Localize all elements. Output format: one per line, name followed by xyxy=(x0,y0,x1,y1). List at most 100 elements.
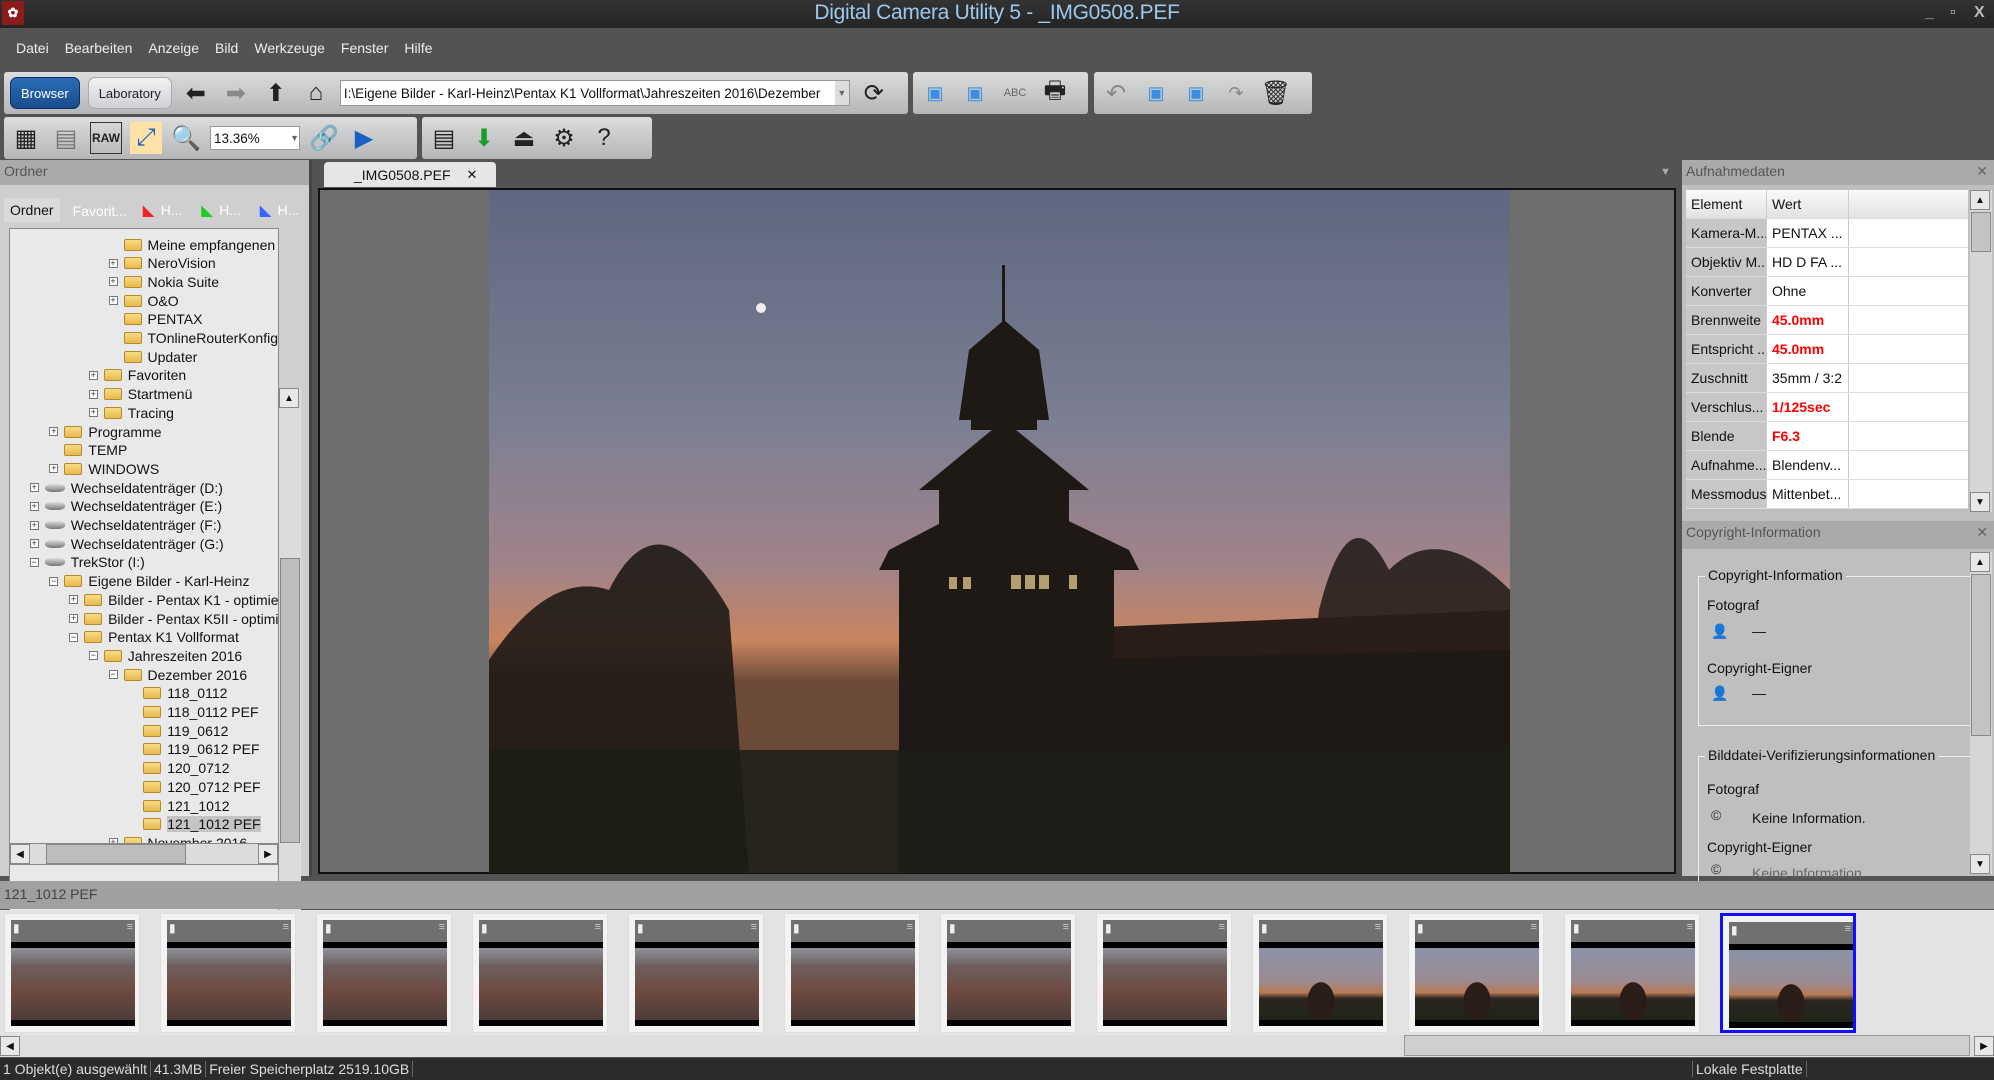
collapse-icon[interactable]: − xyxy=(69,632,79,642)
table-row[interactable]: Brennweite 45.0mm xyxy=(1686,306,1968,335)
scroll-thumb[interactable] xyxy=(280,558,300,843)
protect-icon[interactable]: ▮ xyxy=(1573,921,1580,935)
tree-item[interactable]: 118_0112 PEF xyxy=(128,703,259,722)
tree-item[interactable]: TOnlineRouterKonfiguration xyxy=(109,329,278,348)
meta-scrollbar[interactable]: ▲ ▼ xyxy=(1970,190,1992,512)
scroll-down-icon[interactable]: ▼ xyxy=(1970,492,1990,512)
protect-icon[interactable]: ▮ xyxy=(481,921,488,935)
tree-item[interactable]: + Bilder - Pentax K5II - optimiert xyxy=(69,609,278,628)
expand-icon[interactable]: + xyxy=(108,277,118,287)
rotate-left-icon[interactable]: ▣ xyxy=(1140,77,1172,109)
thumbnail[interactable]: ▮ ≡ xyxy=(784,913,920,1033)
thumbnail[interactable]: ▮ ≡ xyxy=(472,913,608,1033)
tree-item[interactable]: PENTAX xyxy=(109,310,202,329)
rating-icon[interactable]: ≡ xyxy=(127,921,133,933)
tab-favoriten[interactable]: Favorit... xyxy=(70,200,130,222)
scroll-up-icon[interactable]: ▲ xyxy=(1970,552,1990,572)
expand-icon[interactable]: + xyxy=(49,427,59,436)
expand-icon[interactable]: + xyxy=(69,595,79,605)
tree-item[interactable]: 121_1012 PEF xyxy=(128,815,261,834)
rating-icon[interactable]: ≡ xyxy=(907,921,913,933)
tree-item[interactable]: − Dezember 2016 xyxy=(108,665,247,684)
tree-item[interactable]: 119_0612 PEF xyxy=(128,740,260,759)
expand-icon[interactable]: + xyxy=(108,296,118,306)
browser-mode-button[interactable]: Browser xyxy=(10,77,80,109)
tree-item[interactable]: + NeroVision xyxy=(108,254,216,273)
scroll-right-icon[interactable]: ▶ xyxy=(258,844,278,864)
expand-icon[interactable]: + xyxy=(69,614,79,623)
copyright-scrollbar[interactable]: ▲ ▼ xyxy=(1970,552,1992,874)
table-row[interactable]: Verschlus... 1/125sec xyxy=(1686,393,1968,422)
path-field[interactable]: I:\Eigene Bilder - Karl-Heinz\Pentax K1 … xyxy=(339,80,850,106)
raw-plus-icon[interactable]: RAW xyxy=(90,122,122,154)
table-row[interactable]: Kamera-M... PENTAX ... xyxy=(1686,219,1968,248)
thumbnail[interactable]: ▮ ≡ xyxy=(4,913,140,1033)
tree-item[interactable]: + Wechseldatenträger (F:) xyxy=(29,516,221,535)
compare-icon[interactable]: ▤ xyxy=(428,122,460,154)
expand-icon[interactable]: + xyxy=(88,389,98,399)
collapse-icon[interactable]: − xyxy=(108,670,118,680)
back-arrow-icon[interactable]: ⬅ xyxy=(180,77,212,109)
collapse-icon[interactable]: − xyxy=(49,576,59,586)
zoom-dropdown-icon[interactable]: ▼ xyxy=(290,133,299,143)
menu-datei[interactable]: Datei xyxy=(16,40,49,56)
thumbnail[interactable]: ▮ ≡ xyxy=(1252,913,1388,1033)
home-icon[interactable]: ⌂ xyxy=(300,77,332,109)
protect-icon[interactable]: ▮ xyxy=(1261,921,1268,935)
abc-rename-icon[interactable]: ABC xyxy=(999,77,1031,109)
rating-icon[interactable]: ≡ xyxy=(1687,921,1693,933)
thumbnail[interactable]: ▮ ≡ xyxy=(316,913,452,1033)
tree-item[interactable]: Meine empfangenen Dateien xyxy=(109,235,278,254)
thumbnail[interactable]: ▮ ≡ xyxy=(628,913,764,1033)
protect-icon[interactable]: ▮ xyxy=(1105,921,1112,935)
thumbnail[interactable]: ▮ ≡ xyxy=(1564,913,1700,1033)
protect-icon[interactable]: ▮ xyxy=(637,921,644,935)
scroll-thumb[interactable] xyxy=(46,844,186,864)
tree-item[interactable]: + O&O xyxy=(108,291,179,310)
scroll-thumb[interactable] xyxy=(1971,212,1991,252)
batch-rename-icon[interactable]: ▣ xyxy=(919,77,951,109)
menu-bild[interactable]: Bild xyxy=(215,40,238,56)
table-row[interactable]: Konverter Ohne xyxy=(1686,277,1968,306)
photo-preview[interactable] xyxy=(489,190,1510,873)
laboratory-mode-button[interactable]: Laboratory xyxy=(87,77,172,109)
expand-icon[interactable]: + xyxy=(29,483,39,493)
menu-bearbeiten[interactable]: Bearbeiten xyxy=(65,40,133,56)
scroll-thumb[interactable] xyxy=(1404,1035,1970,1056)
image-canvas[interactable] xyxy=(318,188,1676,874)
undo-icon[interactable]: ↶ xyxy=(1100,77,1132,109)
scroll-up-icon[interactable]: ▲ xyxy=(279,388,299,408)
filmstrip-scrollbar[interactable]: ◀ ▶ xyxy=(0,1035,1994,1057)
expand-icon[interactable]: + xyxy=(88,408,98,418)
thumbnail[interactable]: ▮ ≡ xyxy=(1720,913,1856,1033)
expand-icon[interactable]: + xyxy=(108,258,118,268)
protect-icon[interactable]: ▮ xyxy=(949,921,956,935)
path-dropdown-icon[interactable]: ▼ xyxy=(834,81,849,105)
link-icon[interactable]: 🔗 xyxy=(308,122,340,154)
tree-item[interactable]: + Favoriten xyxy=(88,366,186,385)
tree-item[interactable]: 119_0612 xyxy=(128,721,228,740)
scroll-thumb[interactable] xyxy=(1971,574,1991,736)
tab-list-dropdown-icon[interactable]: ▼ xyxy=(1660,166,1671,178)
tree-item[interactable]: + Wechseldatenträger (E:) xyxy=(29,497,222,516)
menu-anzeige[interactable]: Anzeige xyxy=(148,40,199,56)
tab-highlight-blue[interactable]: ◣ H... xyxy=(257,199,305,222)
zoom-icon[interactable]: 🔍 xyxy=(170,122,202,154)
table-row[interactable]: Messmodus Mittenbet... xyxy=(1686,480,1968,509)
tree-item[interactable]: 118_0112 xyxy=(128,684,227,703)
rotate-right-icon[interactable]: ▣ xyxy=(1180,77,1212,109)
rating-icon[interactable]: ≡ xyxy=(1063,921,1069,933)
protect-icon[interactable]: ▮ xyxy=(13,921,20,935)
table-row[interactable]: Aufnahme... Blendenv... xyxy=(1686,451,1968,480)
collapse-icon[interactable]: − xyxy=(88,651,98,661)
thumbnail[interactable]: ▮ ≡ xyxy=(940,913,1076,1033)
move-icon[interactable]: ↷ xyxy=(1220,77,1252,109)
menu-fenster[interactable]: Fenster xyxy=(341,40,388,56)
protect-icon[interactable]: ▮ xyxy=(169,921,176,935)
menu-hilfe[interactable]: Hilfe xyxy=(404,40,432,56)
tab-image[interactable]: _IMG0508.PEF ✕ xyxy=(324,162,496,187)
tree-item[interactable]: − Jahreszeiten 2016 xyxy=(88,646,242,665)
slideshow-icon[interactable]: ▶ xyxy=(348,122,380,154)
rating-icon[interactable]: ≡ xyxy=(283,921,289,933)
minimize-button[interactable]: _ xyxy=(1925,4,1934,22)
